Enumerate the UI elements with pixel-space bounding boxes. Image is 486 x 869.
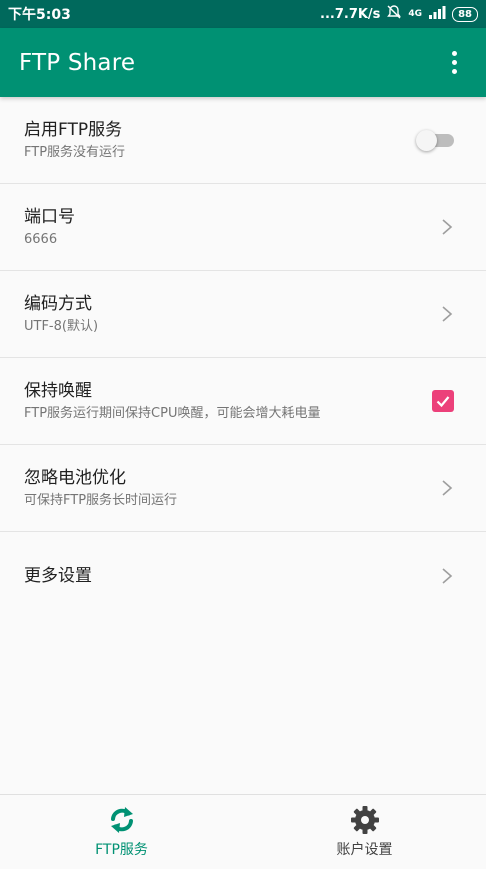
setting-subtitle: UTF-8(默认) (24, 319, 99, 334)
sync-icon (110, 807, 133, 833)
more-vert-icon[interactable] (442, 51, 466, 75)
setting-text: 端口号 6666 (24, 205, 75, 249)
chevron-right-icon (442, 567, 453, 584)
setting-title: 忽略电池优化 (24, 468, 126, 488)
nav-label: 账户设置 (336, 842, 393, 858)
setting-title: 编码方式 (24, 294, 92, 314)
app-title: FTP Share (19, 49, 136, 76)
gear-icon (350, 806, 379, 834)
setting-keep-awake[interactable]: 保持唤醒 FTP服务运行期间保持CPU唤醒，可能会增大耗电量 (0, 358, 486, 445)
setting-subtitle: FTP服务没有运行 (24, 145, 126, 160)
nav-label: FTP服务 (95, 842, 148, 858)
setting-encoding[interactable]: 编码方式 UTF-8(默认) (0, 271, 486, 358)
setting-subtitle: 6666 (24, 232, 58, 247)
setting-text: 忽略电池优化 可保持FTP服务长时间运行 (24, 466, 177, 510)
setting-title: 启用FTP服务 (24, 120, 123, 140)
nav-account-settings[interactable]: 账户设置 (243, 795, 486, 869)
setting-subtitle: 可保持FTP服务长时间运行 (24, 493, 178, 508)
chevron-right-icon (442, 480, 453, 496)
settings-list: 启用FTP服务 FTP服务没有运行 端口号 6666 编码方式 UTF-8(默认… (0, 97, 486, 619)
setting-port[interactable]: 端口号 6666 (0, 184, 486, 271)
setting-battery-optimization[interactable]: 忽略电池优化 可保持FTP服务长时间运行 (0, 445, 486, 532)
status-indicators: ...7.7K/s 4G 88 (320, 4, 478, 24)
network-speed: ...7.7K/s (320, 6, 381, 22)
chevron-right-icon (442, 219, 453, 235)
setting-subtitle: FTP服务运行期间保持CPU唤醒，可能会增大耗电量 (24, 406, 321, 421)
setting-text: 保持唤醒 FTP服务运行期间保持CPU唤醒，可能会增大耗电量 (24, 379, 320, 423)
setting-text: 编码方式 UTF-8(默认) (24, 292, 98, 336)
status-bar: 下午5:03 ...7.7K/s 4G 88 (0, 0, 486, 28)
setting-text: 更多设置 (24, 564, 92, 588)
signal-icon (428, 5, 446, 23)
setting-more[interactable]: 更多设置 (0, 532, 486, 619)
setting-enable-ftp[interactable]: 启用FTP服务 FTP服务没有运行 (0, 97, 486, 184)
status-time: 下午5:03 (8, 7, 71, 23)
bottom-navigation: FTP服务 账户设置 (0, 794, 486, 869)
enable-ftp-switch[interactable] (416, 128, 454, 152)
setting-title: 更多设置 (24, 565, 92, 586)
check-icon (436, 396, 450, 408)
network-type: 4G (408, 8, 423, 19)
mute-bell-icon (386, 4, 402, 24)
nav-ftp-service[interactable]: FTP服务 (0, 795, 243, 869)
setting-title: 端口号 (24, 207, 75, 227)
chevron-right-icon (442, 306, 453, 322)
setting-title: 保持唤醒 (24, 381, 92, 401)
battery-level: 88 (452, 6, 478, 22)
keep-awake-checkbox[interactable] (432, 390, 454, 412)
app-bar: FTP Share (0, 28, 486, 97)
setting-text: 启用FTP服务 FTP服务没有运行 (24, 118, 125, 162)
